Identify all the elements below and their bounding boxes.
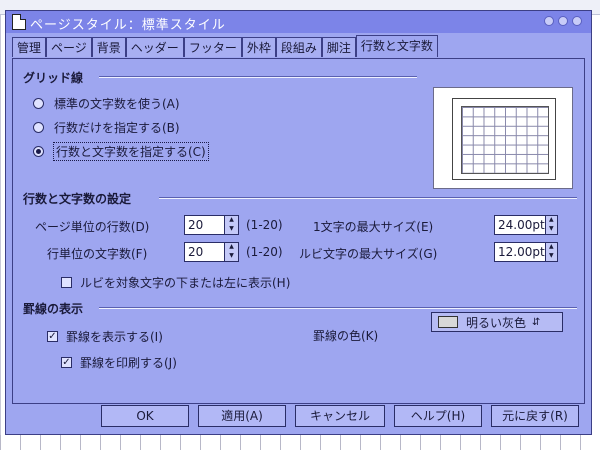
ruled-line-color-value: 明るい灰色: [466, 315, 527, 330]
ruled-lines-divider: [99, 307, 577, 309]
max-ruby-size-stepper[interactable]: 12.00pt ▲ ▼: [494, 242, 558, 262]
maximize-icon[interactable]: [558, 16, 568, 26]
spin-down-icon[interactable]: ▼: [546, 225, 557, 234]
spin-up-icon[interactable]: ▲: [546, 216, 557, 225]
tab-background[interactable]: 背景: [91, 37, 126, 57]
spin-down-icon[interactable]: ▼: [225, 252, 238, 261]
lines-per-page-value[interactable]: 20: [185, 216, 224, 234]
ruled-line-color-label: 罫線の色(K): [313, 329, 379, 343]
max-char-size-value[interactable]: 24.00pt: [495, 216, 545, 234]
radio-lines-only-label: 行数だけを指定する(B): [54, 121, 180, 135]
chars-per-line-value[interactable]: 20: [185, 243, 224, 261]
settings-heading: 行数と文字数の設定: [23, 192, 132, 206]
radio-lines-only[interactable]: 行数だけを指定する(B): [33, 119, 180, 136]
dropdown-icon: ⇵: [532, 316, 541, 328]
document-icon: [12, 14, 26, 30]
check-icon: ✓: [47, 331, 58, 342]
radio-indicator-selected: [33, 146, 44, 157]
tab-panel: グリッド線 標準の文字数を使う(A) 行数だけを指定する(B) 行数と文字数を指…: [12, 58, 585, 404]
chars-per-line-stepper[interactable]: 20 ▲ ▼: [184, 242, 239, 262]
apply-button[interactable]: 適用(A): [198, 405, 286, 427]
print-ruled-lines-checkbox[interactable]: ✓ 罫線を印刷する(J): [61, 354, 177, 371]
radio-lines-and-chars[interactable]: 行数と文字数を指定する(C): [33, 142, 209, 161]
ruby-below-label: ルビを対象文字の下または左に表示(H): [80, 276, 291, 290]
settings-divider: [159, 197, 577, 199]
tab-page[interactable]: ページ: [46, 37, 92, 57]
radio-lines-and-chars-label: 行数と文字数を指定する(C): [53, 142, 209, 161]
radio-standard-chars-label: 標準の文字数を使う(A): [54, 97, 180, 111]
radio-standard-chars[interactable]: 標準の文字数を使う(A): [33, 95, 180, 112]
tab-footnote[interactable]: 脚注: [321, 37, 356, 57]
max-ruby-size-label: ルビ文字の最大サイズ(G): [299, 247, 438, 261]
reset-button[interactable]: 元に戻す(R): [491, 405, 579, 427]
minimize-icon[interactable]: [544, 16, 554, 26]
close-icon[interactable]: [572, 16, 582, 26]
tab-borders[interactable]: 外枠: [241, 37, 276, 57]
print-ruled-lines-label: 罫線を印刷する(J): [80, 356, 177, 370]
max-char-size-stepper[interactable]: 24.00pt ▲ ▼: [494, 215, 558, 235]
tab-text-grid[interactable]: 行数と文字数: [355, 35, 438, 57]
bottom-ruler: [0, 435, 600, 450]
chars-per-line-range: (1-20): [246, 245, 283, 259]
lines-per-page-label: ページ単位の行数(D): [35, 220, 150, 234]
title-bar[interactable]: ページスタイル：標準スタイル: [6, 11, 591, 33]
spin-up-icon[interactable]: ▲: [546, 243, 557, 252]
tab-columns[interactable]: 段組み: [275, 37, 322, 57]
ruled-line-color-dropdown[interactable]: 明るい灰色 ⇵: [431, 312, 563, 332]
grid-lines-heading: グリッド線: [23, 71, 84, 85]
help-button[interactable]: ヘルプ(H): [394, 405, 482, 427]
tab-header[interactable]: ヘッダー: [125, 37, 184, 57]
checkbox-box: [61, 277, 72, 288]
spin-down-icon[interactable]: ▼: [546, 252, 557, 261]
preview-page: [452, 98, 556, 180]
tab-bar: 管理 ページ 背景 ヘッダー フッター 外枠 段組み 脚注 行数と文字数: [12, 35, 438, 59]
max-ruby-size-value[interactable]: 12.00pt: [495, 243, 545, 261]
tab-management[interactable]: 管理: [12, 37, 47, 57]
ok-button[interactable]: OK: [101, 405, 189, 427]
tab-footer[interactable]: フッター: [183, 37, 242, 57]
spin-down-icon[interactable]: ▼: [225, 225, 238, 234]
page-style-dialog: ページスタイル：標準スタイル 管理 ページ 背景 ヘッダー フッター 外枠 段組…: [5, 10, 592, 435]
dialog-title: ページスタイル：標準スタイル: [30, 18, 226, 33]
max-char-size-label: 1文字の最大サイズ(E): [313, 220, 434, 234]
chars-per-line-label: 行単位の文字数(F): [47, 247, 148, 261]
spin-up-icon[interactable]: ▲: [225, 216, 238, 225]
button-bar: OK 適用(A) キャンセル ヘルプ(H) 元に戻す(R): [6, 405, 591, 434]
lines-per-page-stepper[interactable]: 20 ▲ ▼: [184, 215, 239, 235]
show-ruled-lines-label: 罫線を表示する(I): [66, 330, 163, 344]
spin-up-icon[interactable]: ▲: [225, 243, 238, 252]
check-icon: ✓: [61, 357, 72, 368]
lines-per-page-range: (1-20): [246, 218, 283, 232]
ruled-lines-heading: 罫線の表示: [23, 302, 84, 316]
grid-preview: [433, 87, 573, 189]
cancel-button[interactable]: キャンセル: [295, 405, 385, 427]
radio-indicator: [33, 98, 44, 109]
ruby-below-checkbox[interactable]: ルビを対象文字の下または左に表示(H): [61, 274, 290, 291]
radio-indicator: [33, 122, 44, 133]
preview-grid: [461, 106, 549, 174]
grid-lines-divider: [99, 76, 417, 78]
show-ruled-lines-checkbox[interactable]: ✓ 罫線を表示する(I): [47, 328, 163, 345]
color-swatch: [438, 316, 458, 328]
